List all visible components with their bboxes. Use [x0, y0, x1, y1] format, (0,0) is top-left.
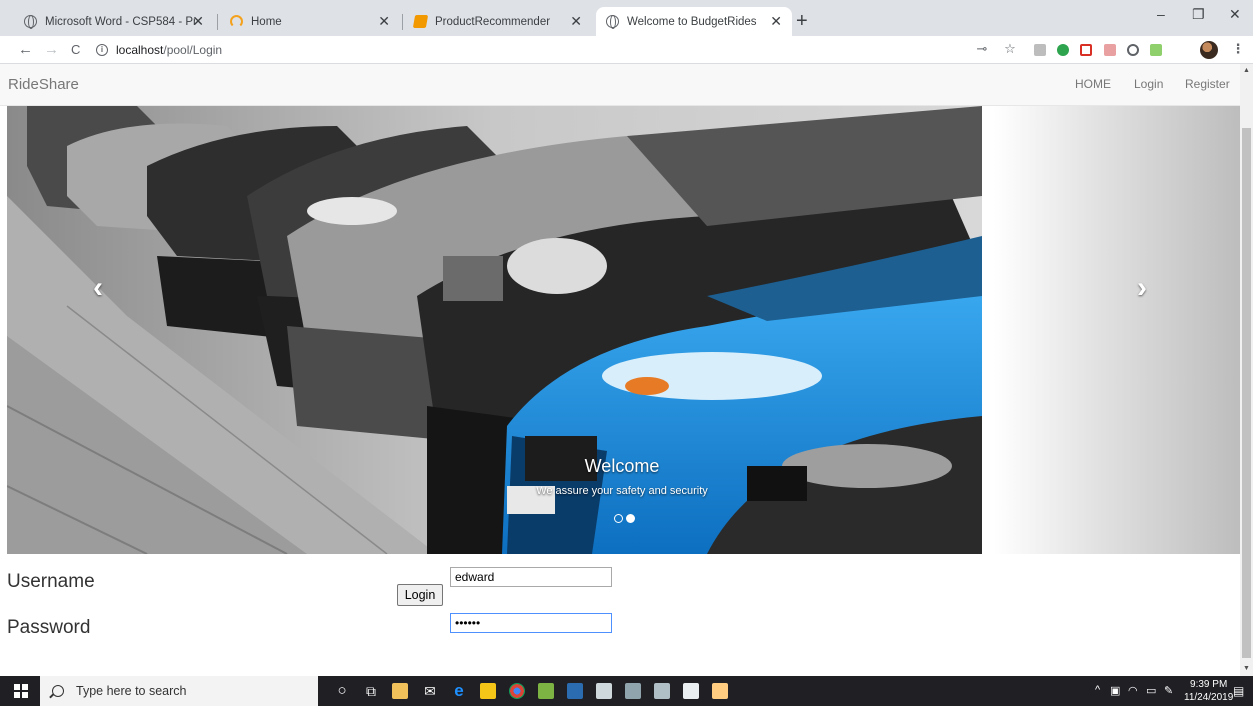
image-carousel: ‹ › Welcome We assure your safety and se…	[7, 106, 1240, 554]
windows-start-icon[interactable]	[14, 684, 28, 698]
close-tab-icon[interactable]: ✕	[770, 13, 782, 30]
carousel-indicator-active[interactable]	[626, 514, 635, 523]
file-explorer-icon[interactable]	[480, 683, 496, 699]
carousel-next-button[interactable]: ›	[1137, 271, 1147, 305]
app-icon[interactable]	[654, 683, 670, 699]
bookmark-star-icon[interactable]: ☆	[1003, 42, 1017, 56]
new-tab-button[interactable]: +	[796, 10, 808, 33]
app-icon[interactable]	[567, 683, 583, 699]
close-tab-icon[interactable]: ✕	[570, 13, 582, 30]
extension-cloud-icon[interactable]	[1150, 44, 1162, 56]
app-icon[interactable]	[683, 683, 699, 699]
password-input[interactable]	[450, 613, 612, 633]
password-label: Password	[7, 617, 91, 638]
address-bar[interactable]: i localhost/pool/Login	[96, 38, 996, 62]
tab-title: ProductRecommender	[435, 15, 551, 28]
maximize-window-button[interactable]: ❐	[1192, 6, 1205, 23]
username-label: Username	[7, 571, 95, 592]
site-navbar: RideShare HOME Login Register	[0, 64, 1240, 106]
scrollbar-thumb[interactable]	[1242, 128, 1251, 658]
reload-button[interactable]: C	[71, 42, 80, 57]
forward-button[interactable]: →	[44, 41, 59, 58]
carousel-indicator[interactable]	[614, 514, 623, 523]
cortana-icon[interactable]: ○	[334, 683, 350, 699]
tab-microsoft-word[interactable]: Microsoft Word - CSP584 - Proje ✕	[14, 7, 214, 36]
notifications-icon[interactable]: ▤	[1233, 684, 1244, 698]
chrome-icon[interactable]	[509, 683, 525, 699]
extension-icon[interactable]	[1034, 44, 1046, 56]
tab-separator	[402, 14, 403, 30]
profile-avatar[interactable]	[1200, 41, 1218, 59]
tray-chevron-icon[interactable]: ^	[1095, 684, 1100, 696]
tab-separator	[217, 14, 218, 30]
nav-link-login[interactable]: Login	[1134, 77, 1163, 91]
username-input[interactable]	[450, 567, 612, 587]
nav-link-register[interactable]: Register	[1185, 77, 1230, 91]
task-view-icon[interactable]: ⧉	[363, 683, 379, 699]
url-path: /pool/Login	[163, 43, 223, 57]
carousel-caption-text: We assure your safety and security	[536, 485, 708, 497]
app-icon[interactable]	[538, 683, 554, 699]
carousel-caption-title: Welcome	[584, 456, 660, 476]
ring-icon	[230, 15, 243, 28]
close-tab-icon[interactable]: ✕	[192, 13, 204, 30]
tab-home[interactable]: Home ✕	[220, 7, 400, 36]
browser-tab-strip: Microsoft Word - CSP584 - Proje ✕ Home ✕…	[0, 0, 1253, 36]
tray-app-icon[interactable]: ▣	[1110, 684, 1120, 697]
login-button[interactable]: Login	[397, 584, 443, 606]
system-clock[interactable]: 9:39 PM 11/24/2019	[1184, 678, 1233, 704]
extension-pdf-icon[interactable]	[1104, 44, 1116, 56]
taskbar-search-placeholder: Type here to search	[76, 684, 187, 698]
carousel-indicators	[614, 514, 635, 523]
tab-title: Microsoft Word - CSP584 - Proje	[45, 15, 195, 28]
wifi-icon[interactable]: ◠	[1128, 684, 1138, 697]
extension-green-icon[interactable]	[1057, 44, 1069, 56]
tab-title: Welcome to BudgetRides	[627, 15, 757, 28]
carousel-prev-button[interactable]: ‹	[93, 271, 103, 305]
page-content: RideShare HOME Login Register ‹ › Welcom…	[0, 64, 1240, 676]
menu-dots-icon[interactable]: ⋮	[1231, 42, 1245, 56]
nav-link-home[interactable]: HOME	[1075, 77, 1111, 91]
info-icon[interactable]: i	[96, 44, 108, 56]
globe-icon	[24, 15, 37, 29]
clock-date: 11/24/2019	[1184, 692, 1234, 703]
browser-toolbar: ← → C i localhost/pool/Login ⊸ ☆ ⋮	[0, 36, 1253, 64]
clock-time: 9:39 PM	[1190, 679, 1228, 690]
extension-pocket-icon[interactable]	[1080, 44, 1092, 56]
minimize-window-button[interactable]: –	[1157, 6, 1165, 22]
close-tab-icon[interactable]: ✕	[378, 13, 390, 30]
app-icon[interactable]	[625, 683, 641, 699]
windows-taskbar: Type here to search ○ ⧉ ✉ e ^ ▣ ◠ ▭ ✎ 9:…	[0, 676, 1253, 706]
pen-icon[interactable]: ✎	[1164, 684, 1173, 697]
store-icon[interactable]	[392, 683, 408, 699]
search-icon	[52, 685, 64, 697]
app-icon[interactable]	[596, 683, 612, 699]
scroll-down-icon[interactable]: ▼	[1243, 665, 1250, 672]
globe-icon	[606, 15, 619, 29]
extension-circle-icon[interactable]	[1127, 44, 1139, 56]
key-icon[interactable]: ⊸	[975, 42, 989, 56]
back-button[interactable]: ←	[18, 41, 33, 58]
java-icon[interactable]	[712, 683, 728, 699]
carousel-caption: Welcome We assure your safety and securi…	[487, 456, 757, 497]
tab-title: Home	[251, 15, 282, 28]
tab-welcome-budgetrides[interactable]: Welcome to BudgetRides ✕	[596, 7, 792, 36]
taskbar-search-box[interactable]: Type here to search	[40, 676, 318, 706]
tab-product-recommender[interactable]: ProductRecommender ✕	[404, 7, 592, 36]
close-window-button[interactable]: ✕	[1229, 6, 1241, 23]
site-brand[interactable]: RideShare	[8, 76, 79, 93]
mail-icon[interactable]: ✉	[422, 683, 438, 699]
page-scrollbar[interactable]: ▲ ▼	[1240, 64, 1253, 676]
scroll-up-icon[interactable]: ▲	[1243, 67, 1250, 74]
book-icon	[412, 15, 429, 28]
url-host: localhost	[116, 43, 164, 57]
battery-icon[interactable]: ▭	[1146, 684, 1156, 697]
edge-icon[interactable]: e	[451, 682, 467, 699]
